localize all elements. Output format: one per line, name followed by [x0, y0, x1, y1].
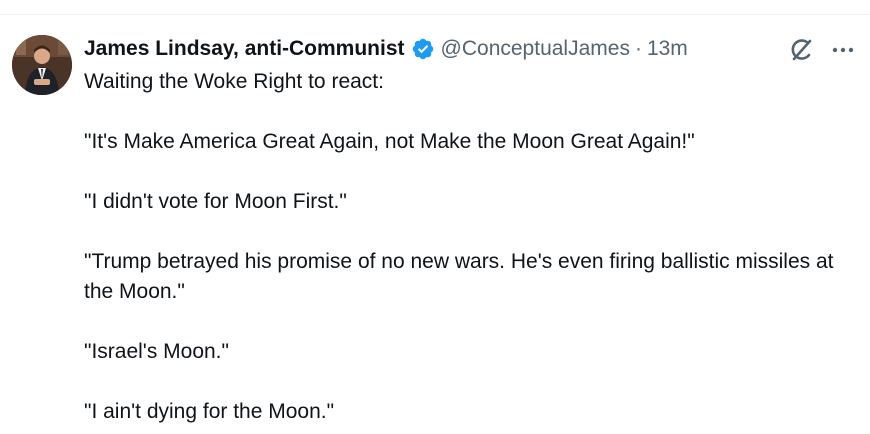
- separator-dot: ·: [634, 37, 642, 60]
- top-divider: [0, 14, 870, 15]
- more-options-icon[interactable]: [828, 36, 858, 64]
- avatar-image: [12, 35, 72, 95]
- tweet-page: James Lindsay, anti-Communist @Conceptua…: [0, 0, 870, 434]
- tweet-header: James Lindsay, anti-Communist @Conceptua…: [84, 34, 688, 64]
- avatar[interactable]: [12, 35, 72, 95]
- tweet-paragraph: Waiting the Woke Right to react:: [84, 70, 384, 93]
- tweet-paragraph: "Trump betrayed his promise of no new wa…: [84, 250, 834, 303]
- tweet-text: Waiting the Woke Right to react: "It's M…: [84, 67, 854, 427]
- tweet-paragraph: "Israel's Moon.": [84, 340, 229, 363]
- author-handle[interactable]: @ConceptualJames: [441, 34, 630, 64]
- tweet-paragraph: "I ain't dying for the Moon.": [84, 400, 335, 423]
- verified-badge-icon: [411, 37, 435, 61]
- tweet-paragraph: "I didn't vote for Moon First.": [84, 190, 347, 213]
- tweet-timestamp[interactable]: 13m: [647, 34, 688, 64]
- author-display-name[interactable]: James Lindsay, anti-Communist: [84, 34, 405, 64]
- grok-icon[interactable]: [788, 36, 816, 64]
- tweet-paragraph: "It's Make America Great Again, not Make…: [84, 130, 695, 153]
